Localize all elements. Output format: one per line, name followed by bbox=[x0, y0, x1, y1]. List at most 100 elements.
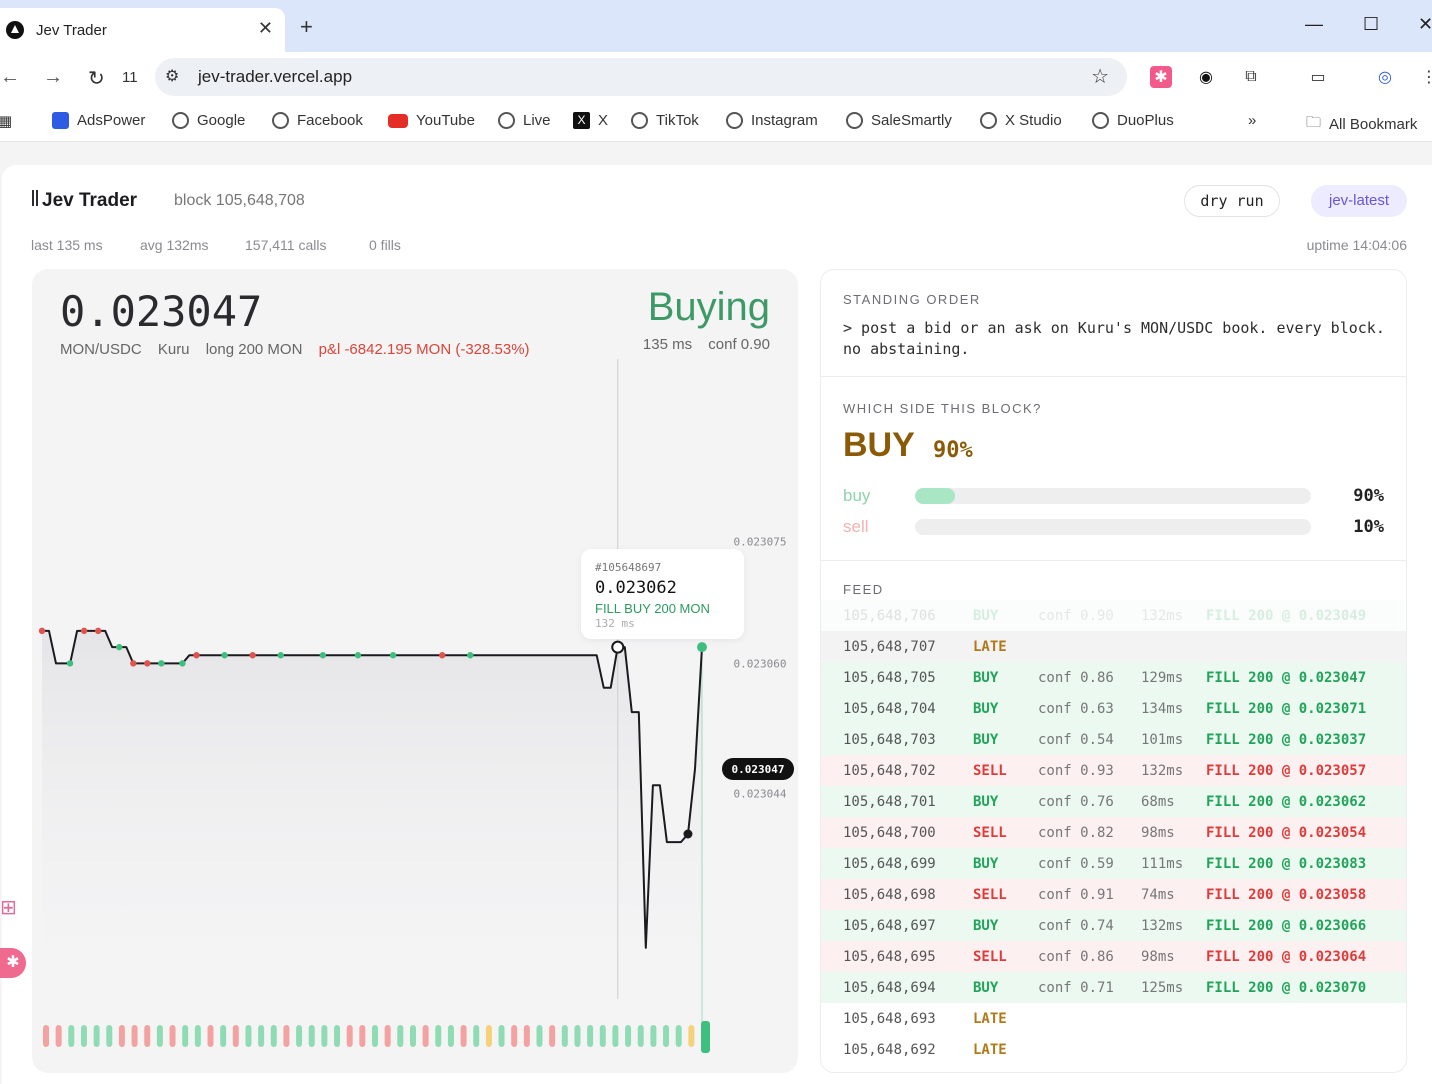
apps-icon[interactable]: ▦ bbox=[0, 112, 12, 130]
feed-conf: conf 0.86 bbox=[1038, 949, 1114, 965]
bookmark-star-icon[interactable]: ☆ bbox=[1091, 64, 1109, 89]
more-bookmarks-icon[interactable]: » bbox=[1248, 112, 1256, 129]
state-meta: 135 ms conf 0.90 bbox=[631, 336, 770, 353]
y-tick-label: 0.023060 bbox=[734, 657, 787, 670]
bookmark-duoplus[interactable]: DuoPlus bbox=[1092, 112, 1174, 129]
fill-count: 0 fills bbox=[369, 237, 401, 253]
feed-conf: conf 0.71 bbox=[1038, 980, 1114, 996]
bookmark-salesmartly[interactable]: SaleSmartly bbox=[846, 112, 952, 129]
standing-order-label: STANDING ORDER bbox=[843, 292, 981, 307]
bookmark-x[interactable]: XX bbox=[573, 112, 608, 129]
volume-bar bbox=[384, 1025, 391, 1047]
feed-label: FEED bbox=[843, 582, 884, 597]
last-latency: last 135 ms bbox=[31, 237, 103, 253]
feed-row: 105,648,699 BUY conf 0.59 111ms FILL 200 @ 0… bbox=[821, 848, 1406, 879]
feed-fill: FILL 200 @ 0.023083 bbox=[1206, 856, 1367, 872]
bookmark-youtube[interactable]: YouTube bbox=[388, 112, 475, 129]
bookmark-adspower[interactable]: AdsPower bbox=[52, 112, 145, 129]
volume-bar bbox=[346, 1025, 353, 1047]
incognito-icon[interactable]: ◉ bbox=[1195, 66, 1217, 88]
trade-marker bbox=[94, 627, 102, 635]
volume-bar bbox=[245, 1025, 252, 1047]
volume-bar bbox=[675, 1025, 682, 1047]
close-tab-icon[interactable]: ✕ bbox=[258, 18, 273, 39]
feed-block: 105,648,702 bbox=[843, 763, 936, 779]
bookmark-live[interactable]: Live bbox=[498, 112, 551, 129]
site-settings-icon[interactable]: ⚙ bbox=[165, 66, 179, 86]
side-label: WHICH SIDE THIS BLOCK? bbox=[843, 401, 1042, 416]
all-bookmarks[interactable]: 🗀 All Bookmark bbox=[1306, 112, 1417, 137]
app-root: Jev Trader block 105,648,708 dry run jev… bbox=[2, 165, 1432, 1084]
feed-conf: conf 0.54 bbox=[1038, 732, 1114, 748]
feed-side: LATE bbox=[973, 639, 1007, 655]
buy-bar bbox=[915, 488, 1311, 504]
volume-bar bbox=[131, 1025, 138, 1047]
extension-icon[interactable]: ✱ bbox=[1150, 66, 1172, 88]
tooltip-block: #105648697 bbox=[595, 561, 662, 574]
feed-fill: FILL 200 @ 0.023071 bbox=[1206, 701, 1367, 717]
dry-run-badge[interactable]: dry run bbox=[1184, 185, 1280, 217]
feed-side: SELL bbox=[973, 825, 1007, 841]
feed-block: 105,648,706 bbox=[843, 608, 936, 624]
trade-marker bbox=[179, 660, 186, 667]
reload-icon[interactable]: ↻ bbox=[88, 66, 105, 91]
feed-row: 105,648,707 LATE bbox=[821, 631, 1406, 662]
volume-bar bbox=[688, 1025, 695, 1047]
minimize-icon[interactable]: — bbox=[1305, 14, 1323, 35]
position-line: MON/USDC Kuru long 200 MON p&l -6842.195… bbox=[60, 341, 542, 358]
feed-list[interactable]: 105,648,706 BUY conf 0.90 132ms FILL 200 @ 0… bbox=[821, 600, 1406, 1065]
bookmark-google[interactable]: Google bbox=[172, 112, 245, 129]
feed-block: 105,648,704 bbox=[843, 701, 936, 717]
browser-tab[interactable]: Jev Trader ✕ bbox=[0, 8, 285, 52]
decision-panel: STANDING ORDER > post a bid or an ask on… bbox=[820, 269, 1407, 1073]
close-window-icon[interactable]: ✕ bbox=[1418, 14, 1432, 35]
model-badge[interactable]: jev-latest bbox=[1311, 185, 1407, 217]
state-conf: conf 0.90 bbox=[708, 336, 770, 353]
trade-marker bbox=[439, 652, 446, 659]
volume-bar bbox=[258, 1025, 265, 1047]
back-arrow-icon[interactable]: ← bbox=[0, 66, 20, 89]
url-text[interactable]: jev-trader.vercel.app bbox=[198, 67, 352, 87]
volume-bar bbox=[701, 1021, 710, 1053]
browser-toolbar: ← → ↻ 11 ⚙ jev-trader.vercel.app ☆ ✱ ◉ ⧉… bbox=[0, 52, 1432, 102]
volume-bar bbox=[561, 1025, 568, 1047]
feed-latency: 132ms bbox=[1141, 763, 1184, 779]
forward-arrow-icon[interactable]: → bbox=[43, 66, 63, 89]
volume-bar bbox=[625, 1025, 632, 1047]
feed-row: 105,648,697 BUY conf 0.74 132ms FILL 200 @ 0… bbox=[821, 910, 1406, 941]
volume-bar bbox=[156, 1025, 163, 1047]
globe-icon bbox=[846, 112, 863, 129]
folder-icon: 🗀 bbox=[1306, 114, 1322, 131]
price-chart[interactable]: 0.023075 0.023060 0.023044 0.023047 bbox=[32, 269, 798, 1073]
sell-percent: 10% bbox=[1353, 517, 1384, 537]
bookmark-tiktok[interactable]: TikTok bbox=[631, 112, 699, 129]
trade-marker bbox=[277, 652, 284, 659]
volume-bar bbox=[372, 1025, 378, 1047]
trade-marker bbox=[193, 652, 200, 659]
menu-icon[interactable]: ⋮ bbox=[1418, 66, 1432, 88]
tab-search-icon[interactable]: ▭ bbox=[1307, 66, 1329, 88]
volume-bar bbox=[587, 1025, 594, 1047]
feed-row: 105,648,701 BUY conf 0.76 68ms FILL 200 @ 0.… bbox=[821, 786, 1406, 817]
hover-point bbox=[611, 640, 625, 654]
address-bar[interactable]: ⚙ jev-trader.vercel.app ☆ bbox=[155, 58, 1127, 96]
feed-row: 105,648,702 SELL conf 0.93 132ms FILL 200 @ … bbox=[821, 755, 1406, 786]
bookmark-x-studio[interactable]: X Studio bbox=[980, 112, 1062, 129]
feed-fill: FILL 200 @ 0.023037 bbox=[1206, 732, 1367, 748]
feed-block: 105,648,701 bbox=[843, 794, 936, 810]
feed-row: 105,648,693 LATE bbox=[821, 1003, 1406, 1034]
bookmark-instagram[interactable]: Instagram bbox=[726, 112, 818, 129]
youtube-icon bbox=[388, 113, 408, 128]
feed-fill: FILL 200 @ 0.023058 bbox=[1206, 887, 1367, 903]
bookmark-facebook[interactable]: Facebook bbox=[272, 112, 363, 129]
new-tab-icon[interactable]: + bbox=[300, 14, 313, 40]
extensions-icon[interactable]: ⧉ bbox=[1240, 66, 1262, 88]
volume-bar bbox=[334, 1025, 341, 1047]
feed-conf: conf 0.90 bbox=[1038, 608, 1114, 624]
maximize-icon[interactable]: ☐ bbox=[1363, 14, 1379, 35]
profile-icon[interactable]: ◎ bbox=[1374, 66, 1396, 88]
volume-bar bbox=[612, 1025, 619, 1047]
apps-plus-icon[interactable]: ⊞ bbox=[0, 895, 22, 919]
feed-fill: FILL 200 @ 0.023049 bbox=[1206, 608, 1367, 624]
volume-bar bbox=[359, 1025, 366, 1047]
